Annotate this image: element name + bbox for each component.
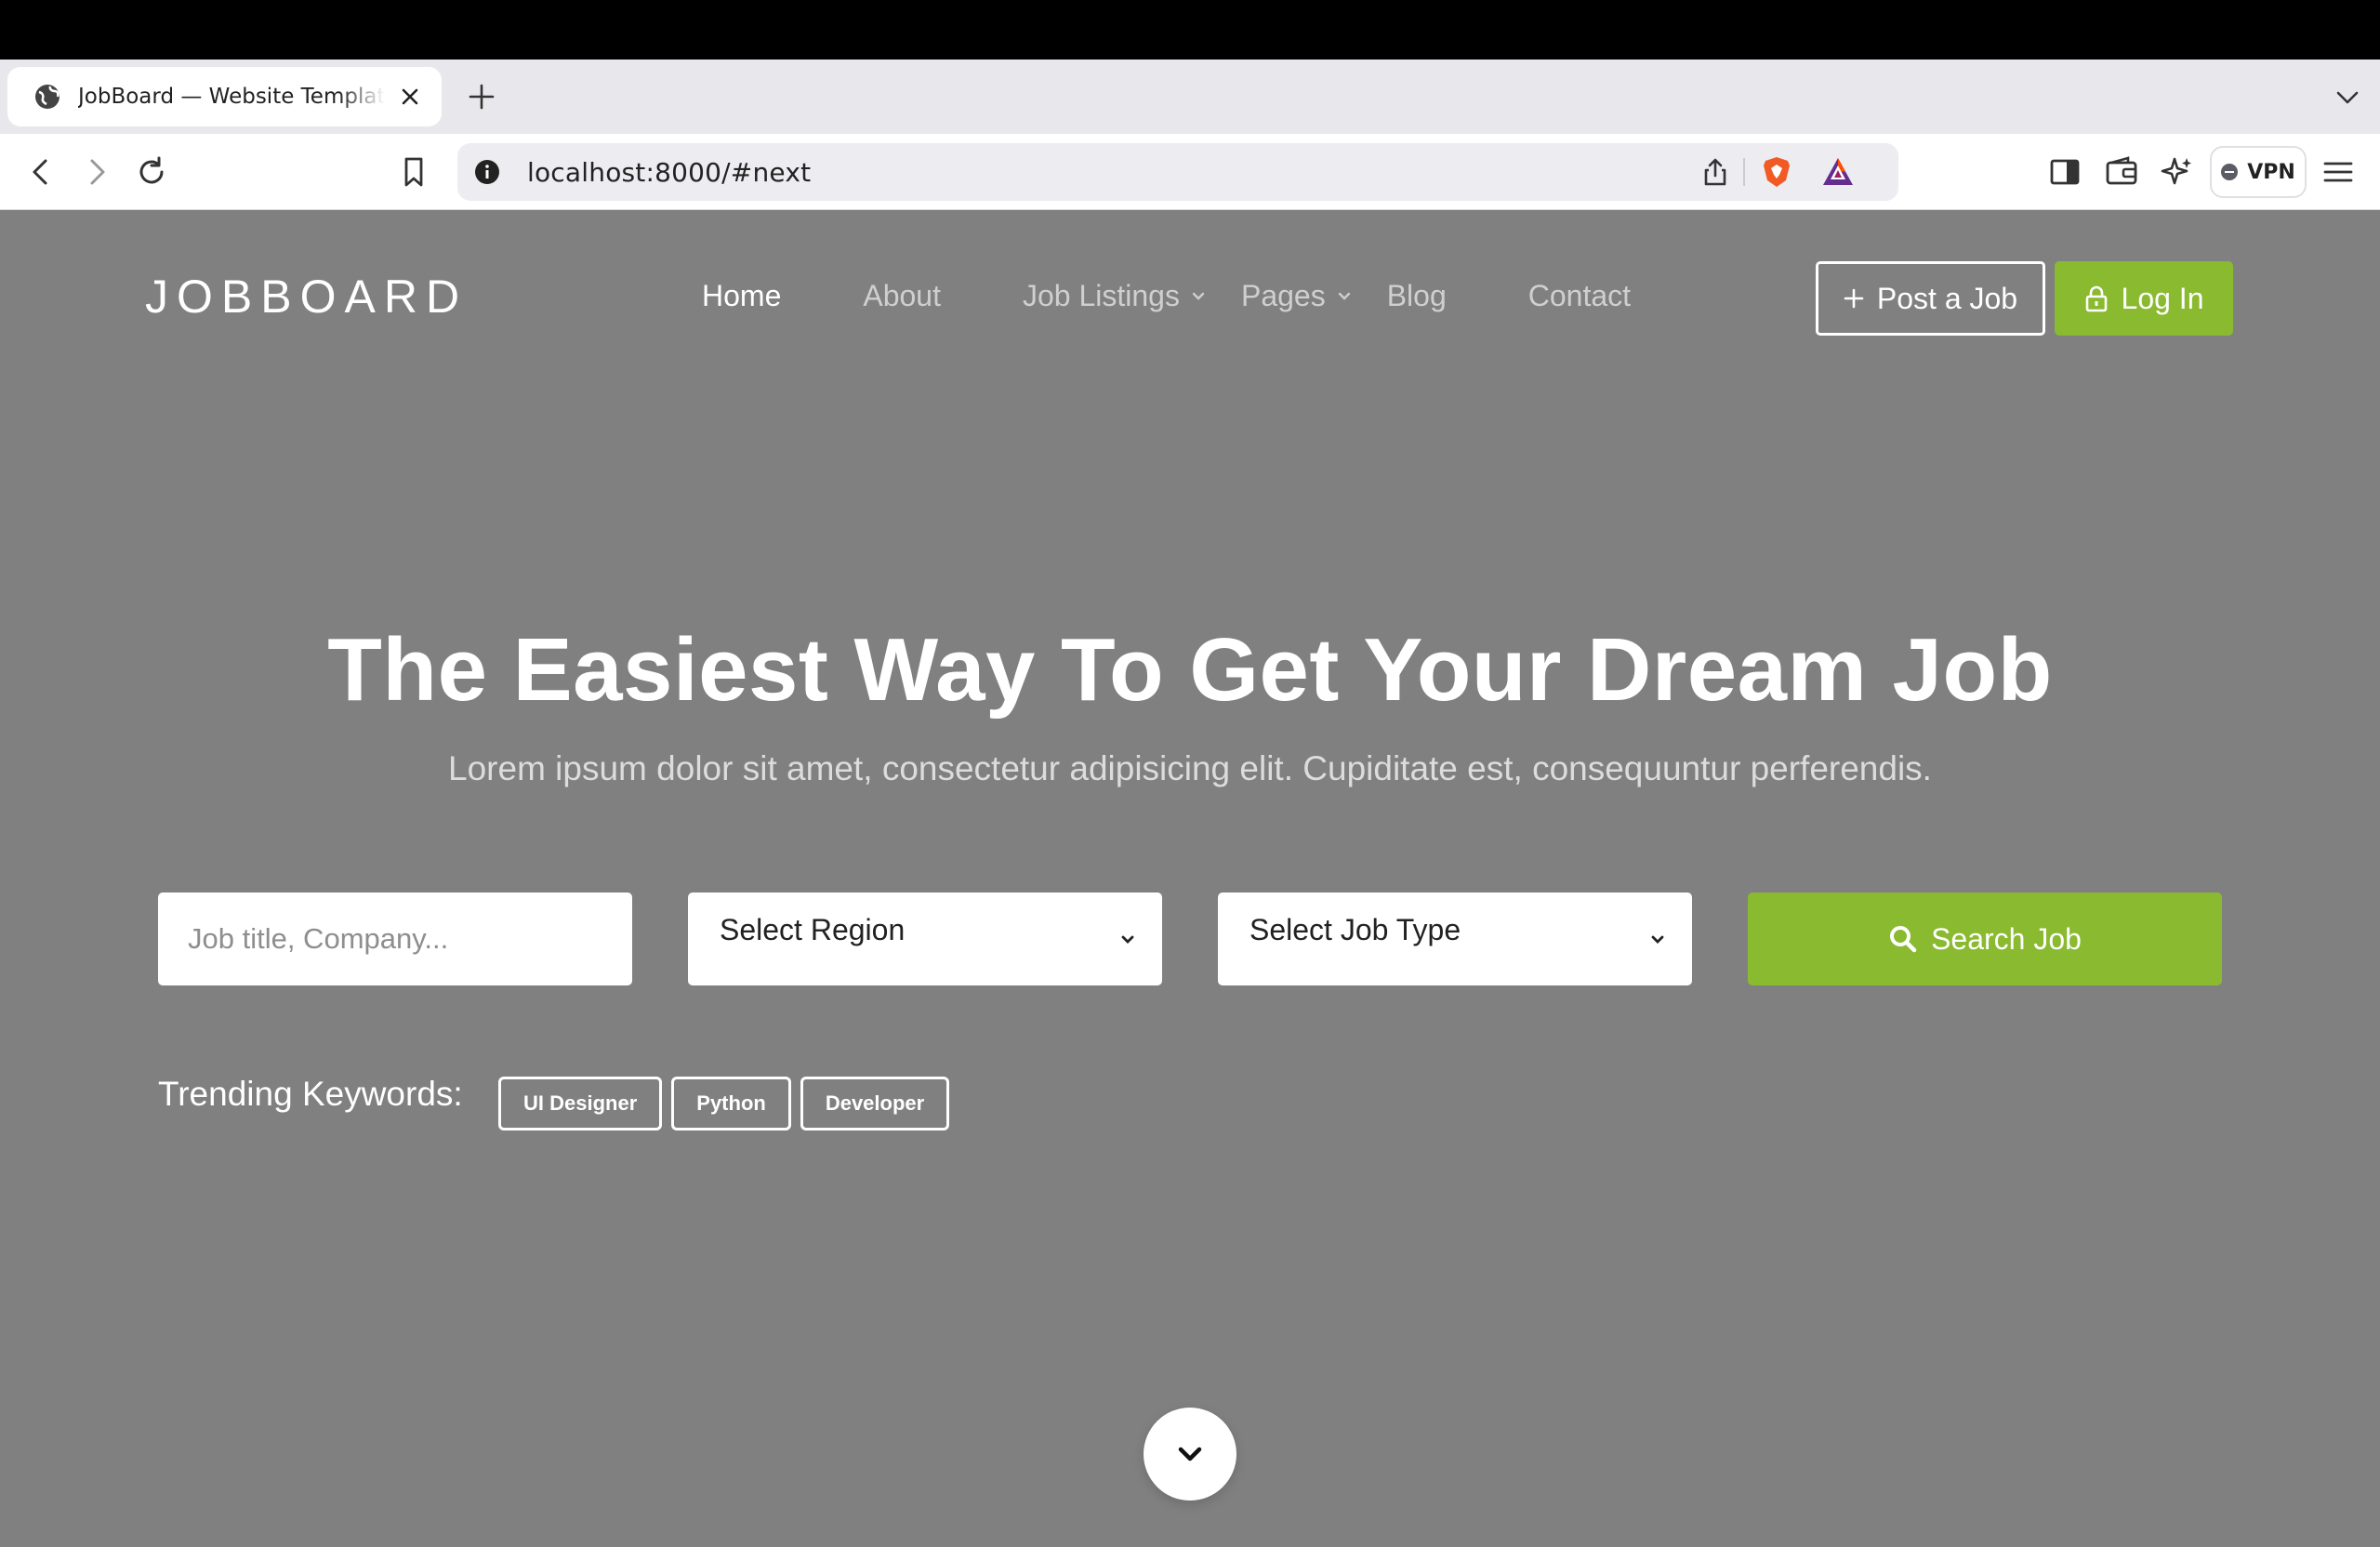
leo-ai-icon[interactable]: [2159, 153, 2196, 191]
plus-icon: [1844, 288, 1864, 309]
share-icon[interactable]: [1699, 156, 1731, 188]
nav-label: Blog: [1386, 279, 1447, 312]
chevron-down-icon[interactable]: [2334, 84, 2361, 112]
vpn-label: VPN: [2247, 160, 2295, 184]
info-icon[interactable]: [474, 159, 500, 185]
forward-icon[interactable]: [78, 153, 115, 191]
back-icon[interactable]: [22, 153, 60, 191]
keyword-field: [158, 892, 632, 985]
nav-job-listings[interactable]: Job Listings: [1023, 279, 1208, 313]
bookmark-icon[interactable]: [395, 153, 432, 191]
sidebar-icon[interactable]: [2046, 153, 2083, 191]
post-job-button[interactable]: Post a Job: [1816, 261, 2045, 336]
site-logo[interactable]: JOBBOARD: [145, 270, 468, 324]
browser-toolbar: localhost:8000/#next VPN: [0, 134, 2380, 210]
url-text[interactable]: localhost:8000/#next: [527, 157, 811, 188]
vpn-status-icon: [2221, 164, 2239, 180]
hero-subtitle: Lorem ipsum dolor sit amet, consectetur …: [448, 749, 1932, 787]
tab-strip: JobBoard — Website Template: [0, 60, 2380, 134]
region-select[interactable]: Select Region: [688, 892, 1162, 985]
nav-home[interactable]: Home: [702, 279, 781, 313]
keyword-search-input[interactable]: [158, 892, 632, 985]
search-icon: [1890, 926, 1917, 953]
chevron-down-icon: [1178, 1447, 1202, 1461]
vpn-button[interactable]: VPN: [2210, 146, 2307, 198]
nav-pages[interactable]: Pages: [1241, 279, 1354, 313]
close-icon[interactable]: [395, 82, 425, 112]
chevron-down-icon: [1192, 292, 1205, 300]
job-type-select-value: Select Job Type: [1250, 913, 1461, 946]
login-label: Log In: [2121, 281, 2204, 315]
lock-icon: [2085, 285, 2107, 312]
nav-blog[interactable]: Blog: [1387, 279, 1447, 313]
divider: [1743, 158, 1745, 186]
address-bar[interactable]: localhost:8000/#next: [457, 143, 1898, 201]
system-top-bar: [0, 0, 2380, 60]
region-select-value: Select Region: [720, 913, 906, 946]
chevron-down-icon: [1338, 292, 1350, 300]
job-type-select[interactable]: Select Job Type: [1218, 892, 1692, 985]
chevron-down-icon: [1651, 935, 1664, 944]
search-job-label: Search Job: [1931, 921, 2082, 956]
post-job-label: Post a Job: [1876, 281, 2018, 315]
nav-label: Job Listings: [1022, 279, 1180, 312]
nav-about[interactable]: About: [863, 279, 941, 313]
main-nav: Home About Job Listings Pages Blog Conta…: [702, 279, 1631, 313]
wallet-icon[interactable]: [2103, 153, 2140, 191]
nav-label: Home: [702, 279, 782, 312]
brave-rewards-icon[interactable]: [1820, 154, 1856, 190]
login-button[interactable]: Log In: [2055, 261, 2233, 336]
menu-icon[interactable]: [2320, 153, 2357, 191]
globe-icon: [35, 85, 60, 109]
hero-title: The Easiest Way To Get Your Dream Job: [327, 620, 2053, 720]
keyword-tag[interactable]: Developer: [800, 1077, 950, 1130]
keyword-tag[interactable]: Python: [671, 1077, 791, 1130]
reload-icon[interactable]: [133, 153, 170, 191]
search-job-button[interactable]: Search Job: [1748, 892, 2222, 985]
brave-shields-icon[interactable]: [1759, 154, 1794, 190]
tab-title: JobBoard — Website Template: [78, 85, 385, 109]
new-tab-icon[interactable]: [465, 80, 498, 113]
nav-label: About: [863, 279, 941, 312]
hero-section: JOBBOARD Home About Job Listings Pages B…: [0, 210, 2380, 1547]
browser-tab[interactable]: JobBoard — Website Template: [7, 67, 442, 126]
nav-label: Contact: [1527, 279, 1632, 312]
keyword-tag[interactable]: UI Designer: [498, 1077, 663, 1130]
trending-label: Trending Keywords:: [158, 1075, 463, 1113]
trending-keywords: UI Designer Python Developer: [498, 1077, 950, 1130]
chevron-down-icon: [1121, 935, 1134, 944]
nav-contact[interactable]: Contact: [1528, 279, 1631, 313]
nav-label: Pages: [1240, 279, 1326, 312]
scroll-down-button[interactable]: [1144, 1408, 1236, 1501]
